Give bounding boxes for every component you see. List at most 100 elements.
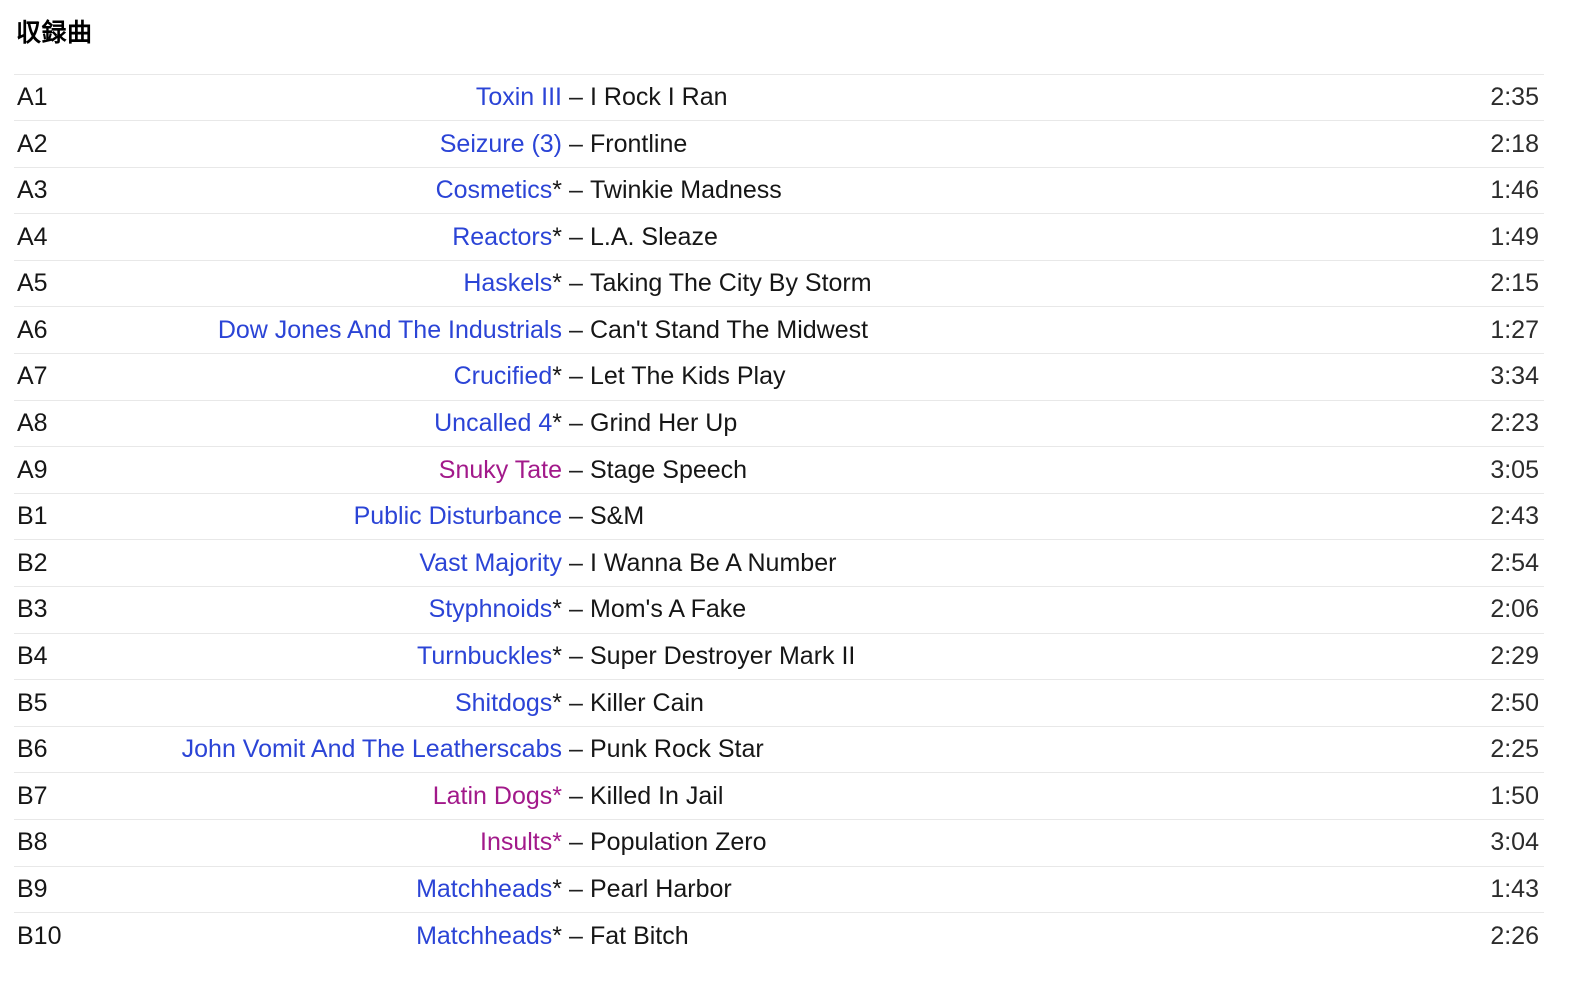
artist-title-separator: – <box>569 595 583 624</box>
track-position: B9 <box>17 875 48 904</box>
track-artist-cell: Matchheads* <box>117 913 562 959</box>
table-row: B9 Matchheads* – Pearl Harbor 1:43 <box>14 866 1544 913</box>
artist-link[interactable]: Public Disturbance <box>354 502 562 530</box>
artist-link[interactable]: Haskels <box>463 269 552 297</box>
artist-title-separator: – <box>569 502 583 531</box>
table-row: A7 Crucified* – Let The Kids Play 3:34 <box>14 353 1544 401</box>
track-duration: 2:23 <box>1490 409 1539 438</box>
track-title: L.A. Sleaze <box>590 222 718 251</box>
track-title: I Rock I Ran <box>590 82 728 111</box>
artist-title-separator: – <box>569 129 583 158</box>
artist-link[interactable]: Styphnoids <box>429 595 553 623</box>
track-position: A3 <box>17 176 48 205</box>
track-title: Super Destroyer Mark II <box>590 642 856 671</box>
artist-link[interactable]: Shitdogs <box>455 689 552 717</box>
track-artist-cell: Shitdogs* <box>117 680 562 727</box>
artist-asterisk: * <box>552 269 562 298</box>
artist-title-separator: – <box>569 828 583 857</box>
track-position: A7 <box>17 362 48 391</box>
artist-link[interactable]: Vast Majority <box>419 549 562 577</box>
track-title: Twinkie Madness <box>590 176 782 205</box>
track-duration: 3:05 <box>1490 455 1539 484</box>
track-position: A1 <box>17 82 48 111</box>
track-duration: 1:50 <box>1490 781 1539 810</box>
track-title: Can't Stand The Midwest <box>590 315 869 344</box>
table-row: A6 Dow Jones And The Industrials – Can't St… <box>14 306 1544 354</box>
artist-link[interactable]: Latin Dogs <box>433 782 553 810</box>
artist-link[interactable]: Uncalled 4 <box>434 409 552 437</box>
artist-link[interactable]: Turnbuckles <box>417 642 552 670</box>
track-position: B3 <box>17 595 48 624</box>
tracklist-page: 収録曲 A1 Toxin III – I Rock I Ran 2:35 A2 Seizur… <box>0 19 1584 959</box>
track-artist-cell: Snuky Tate <box>117 447 562 494</box>
artist-title-separator: – <box>569 362 583 391</box>
track-artist-cell: Vast Majority <box>117 540 562 587</box>
artist-title-separator: – <box>569 315 583 344</box>
artist-link[interactable]: Cosmetics <box>436 176 553 204</box>
artist-link[interactable]: Reactors <box>452 223 552 251</box>
track-artist-cell: Dow Jones And The Industrials <box>117 307 562 354</box>
table-row: A4 Reactors* – L.A. Sleaze 1:49 <box>14 213 1544 261</box>
table-row: B2 Vast Majority – I Wanna Be A Number 2:54 <box>14 539 1544 587</box>
artist-asterisk: * <box>552 595 562 624</box>
track-title: Stage Speech <box>590 455 748 484</box>
artist-link[interactable]: Toxin III <box>476 83 562 111</box>
track-title: I Wanna Be A Number <box>590 548 837 577</box>
track-title: Killed In Jail <box>590 781 724 810</box>
artist-link[interactable]: Crucified <box>454 362 553 390</box>
track-artist-cell: Public Disturbance <box>117 493 562 540</box>
artist-title-separator: – <box>569 455 583 484</box>
track-position: B7 <box>17 781 48 810</box>
artist-asterisk: * <box>552 176 562 205</box>
artist-link[interactable]: Insults <box>480 828 552 856</box>
table-row: B7 Latin Dogs* – Killed In Jail 1:50 <box>14 772 1544 820</box>
track-position: B8 <box>17 828 48 857</box>
tracklist-table: A1 Toxin III – I Rock I Ran 2:35 A2 Seizure (3… <box>14 74 1544 959</box>
table-row: B5 Shitdogs* – Killer Cain 2:50 <box>14 679 1544 727</box>
track-position: B10 <box>17 921 62 950</box>
track-title: Taking The City By Storm <box>590 269 872 298</box>
artist-link[interactable]: Matchheads <box>416 922 552 950</box>
table-row: B8 Insults* – Population Zero 3:04 <box>14 819 1544 867</box>
track-duration: 2:43 <box>1490 502 1539 531</box>
track-title: S&M <box>590 502 645 531</box>
track-title: Killer Cain <box>590 688 704 717</box>
track-duration: 1:49 <box>1490 222 1539 251</box>
artist-link[interactable]: Dow Jones And The Industrials <box>218 316 562 344</box>
track-artist-cell: Latin Dogs* <box>117 773 562 820</box>
track-duration: 2:26 <box>1490 921 1539 950</box>
track-artist-cell: Crucified* <box>117 354 562 401</box>
table-row: B10 Matchheads* – Fat Bitch 2:26 <box>14 912 1544 959</box>
track-artist-cell: Insults* <box>117 820 562 867</box>
artist-asterisk: * <box>552 781 562 810</box>
track-artist-cell: John Vomit And The Leatherscabs <box>117 726 562 773</box>
artist-title-separator: – <box>569 82 583 111</box>
artist-link[interactable]: Snuky Tate <box>439 456 562 484</box>
track-position: A6 <box>17 315 48 344</box>
artist-link[interactable]: John Vomit And The Leatherscabs <box>182 735 562 763</box>
track-duration: 3:04 <box>1490 828 1539 857</box>
table-row: A1 Toxin III – I Rock I Ran 2:35 <box>14 74 1544 121</box>
artist-link[interactable]: Seizure (3) <box>440 130 562 158</box>
artist-title-separator: – <box>569 269 583 298</box>
table-row: B3 Styphnoids* – Mom's A Fake 2:06 <box>14 586 1544 634</box>
table-row: A2 Seizure (3) – Frontline 2:18 <box>14 120 1544 168</box>
artist-title-separator: – <box>569 409 583 438</box>
track-duration: 2:54 <box>1490 548 1539 577</box>
artist-asterisk: * <box>552 362 562 391</box>
track-duration: 2:06 <box>1490 595 1539 624</box>
track-title: Fat Bitch <box>590 921 689 950</box>
track-position: A2 <box>17 129 48 158</box>
artist-asterisk: * <box>552 875 562 904</box>
track-artist-cell: Matchheads* <box>117 866 562 913</box>
artist-title-separator: – <box>569 921 583 950</box>
track-duration: 3:34 <box>1490 362 1539 391</box>
artist-title-separator: – <box>569 735 583 764</box>
artist-title-separator: – <box>569 781 583 810</box>
track-duration: 2:29 <box>1490 642 1539 671</box>
track-duration: 2:25 <box>1490 735 1539 764</box>
track-title: Mom's A Fake <box>590 595 747 624</box>
table-row: B1 Public Disturbance – S&M 2:43 <box>14 493 1544 540</box>
track-duration: 2:50 <box>1490 688 1539 717</box>
artist-link[interactable]: Matchheads <box>416 875 552 903</box>
